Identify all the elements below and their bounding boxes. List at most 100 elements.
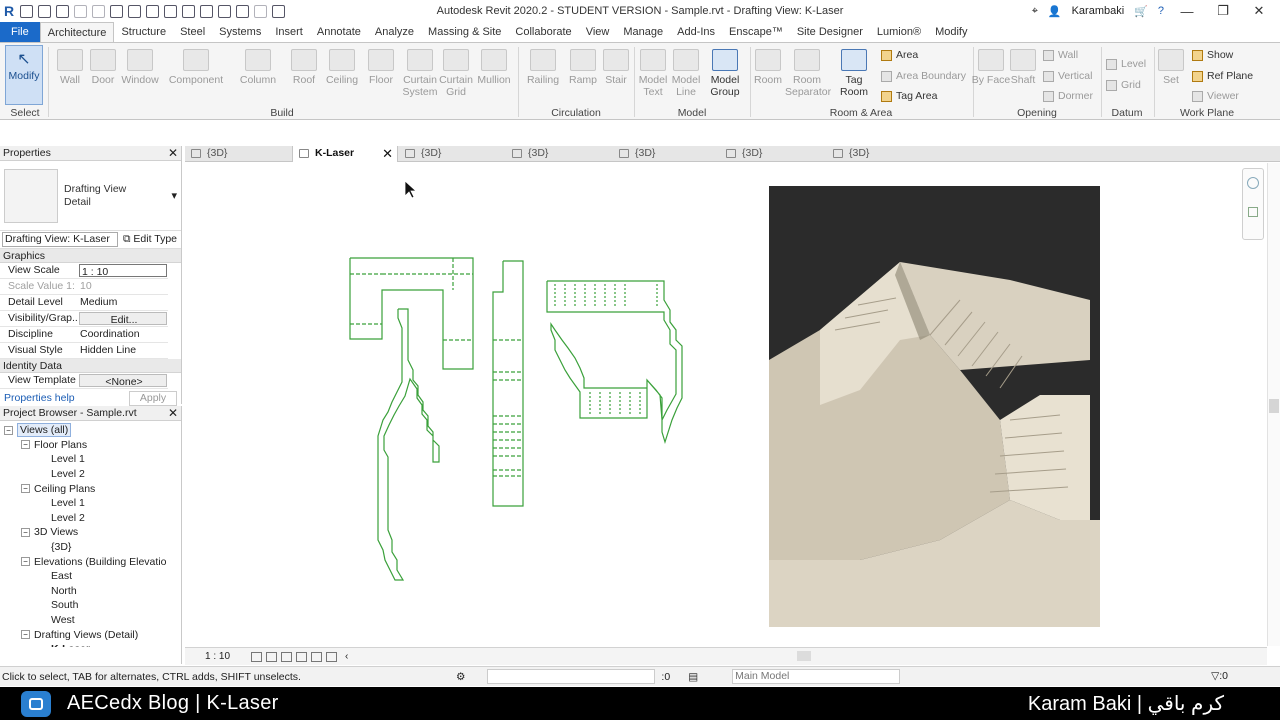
edit-type-button[interactable]: ⧉ Edit Type	[123, 233, 177, 246]
browser-tree-item[interactable]: − Drafting Views (Detail)	[4, 627, 181, 642]
filter-count[interactable]: ▽:0	[1211, 670, 1228, 682]
temporary-hide-icon[interactable]	[296, 651, 307, 662]
browser-tree-item[interactable]: South	[4, 598, 181, 613]
browser-tree-item[interactable]: − Views (all)	[4, 423, 181, 438]
view-tab[interactable]: {3D}	[613, 146, 719, 162]
model-group-button[interactable]: Model Group	[703, 47, 747, 98]
open-icon[interactable]	[20, 4, 33, 18]
room-separator-button[interactable]: Room Separator	[785, 47, 831, 98]
graphics-group-header[interactable]: Graphics	[0, 249, 181, 263]
modify-button[interactable]: ↖ Modify	[5, 45, 43, 105]
grid-button[interactable]: Grid	[1106, 79, 1141, 91]
ceiling-button[interactable]: Ceiling	[320, 47, 364, 86]
browser-tree-item[interactable]: − Elevations (Building Elevatio	[4, 554, 181, 569]
level-button[interactable]: Level	[1106, 58, 1146, 70]
view-tab[interactable]: {3D}	[399, 146, 505, 162]
workset-dropdown[interactable]	[487, 669, 656, 684]
minimize-button[interactable]: —	[1174, 4, 1200, 19]
ribbon-tab-modify[interactable]: Modify	[928, 22, 974, 42]
ribbon-tab-enscape[interactable]: Enscape™	[722, 22, 790, 42]
area-boundary-button[interactable]: Area Boundary	[881, 70, 966, 82]
design-option-dropdown[interactable]: Main Model	[732, 669, 901, 684]
close-window-button[interactable]: ✕	[1246, 3, 1272, 19]
tag-area-button[interactable]: Tag Area	[881, 90, 937, 102]
ribbon-tab-annotate[interactable]: Annotate	[310, 22, 368, 42]
property-value[interactable]: 10	[78, 279, 168, 294]
scroll-left-icon[interactable]: ‹	[345, 651, 348, 662]
wall-opening-button[interactable]: Wall	[1043, 49, 1078, 61]
section-icon[interactable]	[218, 4, 231, 18]
undo-icon[interactable]	[74, 4, 87, 18]
horizontal-scrollbar-thumb[interactable]	[797, 651, 811, 661]
instance-filter-dropdown[interactable]: Drafting View: K-Laser	[2, 232, 118, 247]
restore-button[interactable]: ❐	[1210, 3, 1236, 19]
visual-style-icon[interactable]	[266, 651, 277, 662]
cart-icon[interactable]: 🛒	[1134, 5, 1148, 18]
design-options-icon[interactable]: ▤	[688, 671, 698, 683]
sun-path-icon[interactable]	[281, 651, 292, 662]
drafting-view-drawing[interactable]	[185, 163, 1267, 646]
window-button[interactable]: Window	[118, 47, 162, 86]
browser-tree-item[interactable]: North	[4, 584, 181, 599]
property-value[interactable]: Coordination	[78, 327, 168, 342]
railing-button[interactable]: Railing	[521, 47, 565, 86]
detail-level-icon[interactable]	[251, 651, 262, 662]
floor-button[interactable]: Floor	[359, 47, 403, 86]
mullion-button[interactable]: Mullion	[472, 47, 516, 86]
ribbon-tab-insert[interactable]: Insert	[268, 22, 310, 42]
browser-tree-item[interactable]: Level 2	[4, 511, 181, 526]
close-icon[interactable]: ✕	[168, 146, 178, 160]
dormer-button[interactable]: Dormer	[1043, 90, 1093, 102]
text-icon[interactable]	[182, 4, 195, 18]
collapse-icon[interactable]: −	[21, 440, 30, 450]
browser-tree-item[interactable]: East	[4, 569, 181, 584]
view-tab[interactable]: {3D}	[185, 146, 291, 162]
infocenter-search-icon[interactable]: ⌖	[1032, 5, 1038, 18]
ribbon-tab-view[interactable]: View	[579, 22, 617, 42]
ribbon-tab-add-ins[interactable]: Add-Ins	[670, 22, 722, 42]
type-selector[interactable]: Drafting View Detail ▾	[0, 161, 181, 231]
viewer-button[interactable]: Viewer	[1192, 90, 1239, 102]
measure-icon[interactable]	[128, 4, 141, 18]
steering-wheel-icon[interactable]	[1247, 177, 1259, 189]
area-button[interactable]: Area	[881, 49, 918, 61]
ribbon-tab-file[interactable]: File	[0, 22, 40, 42]
close-icon[interactable]: ✕	[168, 406, 178, 420]
view-scale[interactable]: 1 : 10	[185, 651, 247, 662]
property-value[interactable]: 1 : 10	[79, 264, 167, 277]
worksets-icon[interactable]: ⚙	[456, 671, 465, 683]
ribbon-tab-collaborate[interactable]: Collaborate	[508, 22, 578, 42]
property-value[interactable]: Hidden Line	[78, 343, 168, 358]
show-work-plane-button[interactable]: Show	[1192, 49, 1233, 61]
property-value[interactable]: Edit...	[79, 312, 167, 325]
apply-button[interactable]: Apply	[129, 390, 177, 406]
property-value[interactable]: <None>	[79, 374, 167, 387]
vertical-opening-button[interactable]: Vertical	[1043, 70, 1092, 82]
print-icon[interactable]	[110, 4, 123, 18]
navigation-bar[interactable]	[1242, 168, 1264, 240]
browser-tree-item[interactable]: Level 1	[4, 496, 181, 511]
collapse-icon[interactable]: −	[4, 425, 13, 435]
vertical-scrollbar[interactable]	[1267, 163, 1280, 646]
user-name[interactable]: Karambaki	[1072, 5, 1125, 17]
collapse-icon[interactable]: −	[21, 557, 30, 567]
ribbon-tab-systems[interactable]: Systems	[212, 22, 268, 42]
tag-icon[interactable]	[164, 4, 177, 18]
drawing-canvas[interactable]	[185, 163, 1267, 646]
ribbon-tab-structure[interactable]: Structure	[114, 22, 173, 42]
select-panel-label[interactable]: Select	[4, 107, 46, 119]
ribbon-tab-steel[interactable]: Steel	[173, 22, 212, 42]
shaft-button[interactable]: Shaft	[1001, 47, 1045, 86]
column-button[interactable]: Column	[236, 47, 280, 86]
browser-tree-item[interactable]: −3D Views	[4, 525, 181, 540]
save-icon[interactable]	[38, 4, 51, 18]
sync-icon[interactable]	[56, 4, 69, 18]
tag-room-button[interactable]: Tag Room	[832, 47, 876, 98]
view-tab[interactable]: {3D}	[827, 146, 933, 162]
ribbon-tab-lumion[interactable]: Lumion®	[870, 22, 928, 42]
ref-plane-button[interactable]: Ref Plane	[1192, 70, 1253, 82]
room-area-panel-label[interactable]: Room & Area	[750, 107, 972, 119]
chevron-down-icon[interactable]: ▾	[171, 189, 177, 202]
collapse-icon[interactable]: −	[21, 484, 30, 494]
ribbon-tab-massing-site[interactable]: Massing & Site	[421, 22, 508, 42]
